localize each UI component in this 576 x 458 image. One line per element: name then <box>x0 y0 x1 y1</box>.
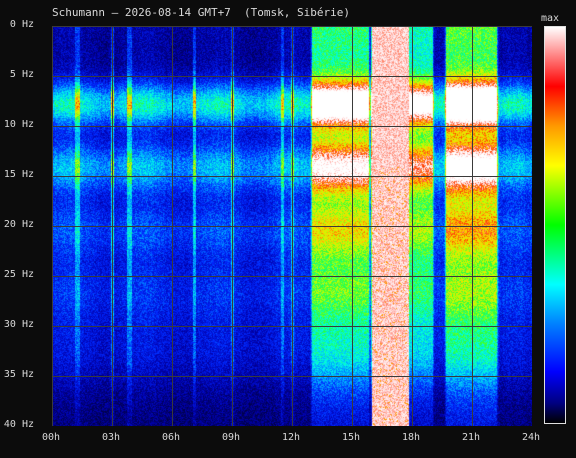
x-tick-label: 24h <box>522 432 541 443</box>
grid-lines <box>52 26 532 426</box>
y-tick-label: 30 Hz <box>3 319 34 330</box>
x-tick-label: 06h <box>162 432 181 443</box>
y-tick-label: 0 Hz <box>9 19 34 30</box>
x-tick-label: 21h <box>462 432 481 443</box>
y-tick-label: 15 Hz <box>3 169 34 180</box>
colorbar <box>544 26 566 424</box>
y-tick-label: 25 Hz <box>3 269 34 280</box>
colorbar-label: max <box>541 13 560 24</box>
y-tick-label: 10 Hz <box>3 119 34 130</box>
y-tick-label: 35 Hz <box>3 369 34 380</box>
x-tick-label: 18h <box>402 432 421 443</box>
spectrogram-plot-area <box>52 26 532 426</box>
x-tick-label: 15h <box>342 432 361 443</box>
chart-title: Schumann — 2026-08-14 GMT+7 (Tomsk, Sibé… <box>52 6 351 19</box>
x-tick-label: 03h <box>102 432 121 443</box>
y-tick-label: 40 Hz <box>3 419 34 430</box>
y-tick-label: 20 Hz <box>3 219 34 230</box>
x-tick-label: 00h <box>42 432 61 443</box>
x-tick-label: 12h <box>282 432 301 443</box>
x-tick-label: 09h <box>222 432 241 443</box>
y-tick-label: 5 Hz <box>9 69 34 80</box>
